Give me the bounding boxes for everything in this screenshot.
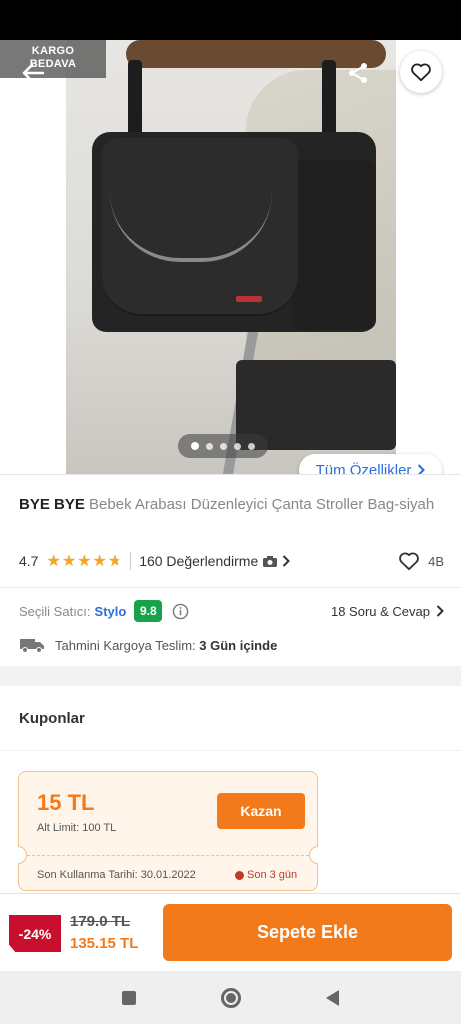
star-fill: ★ xyxy=(61,553,77,570)
coupon-list: 15 TL Alt Limit: 100 TL Kazan Son Kullan… xyxy=(0,750,461,900)
seller-label: Seçili Satıcı: xyxy=(19,603,91,619)
rating-stars: ★ ★ ★ ★ ★ ★ ★ ★ ★ ★ xyxy=(46,551,122,571)
favorite-count: 4B xyxy=(428,553,444,569)
delivery-value: 3 Gün içinde xyxy=(199,637,278,653)
product-page: KARGO BEDAVA Tüm Özellikler BYE BYE Bebe… xyxy=(0,0,461,1024)
rating-value: 4.7 xyxy=(19,553,39,569)
gallery-dot[interactable] xyxy=(191,442,199,450)
gallery-dot[interactable] xyxy=(220,442,227,450)
coupon-expiry: Son Kullanma Tarihi: 30.01.2022 xyxy=(37,869,196,881)
chevron-right-icon xyxy=(436,605,444,617)
discount-badge: -24% xyxy=(9,915,61,952)
truck-icon xyxy=(20,639,44,653)
coupon-perforation xyxy=(27,855,309,856)
product-image-gallery[interactable] xyxy=(0,40,461,474)
share-button[interactable] xyxy=(341,56,375,90)
review-count: 160 Değerlendirme xyxy=(139,553,259,569)
rating-row: 4.7 ★ ★ ★ ★ ★ ★ ★ ★ ★ ★ 160 Değerlendirme 4B xyxy=(19,549,444,573)
heart-outline-icon xyxy=(399,552,419,571)
section-divider xyxy=(0,587,461,588)
gallery-dot[interactable] xyxy=(234,442,241,450)
product-photo[interactable] xyxy=(66,40,396,474)
coupons-title: Kuponlar xyxy=(19,710,85,727)
star-fill: ★ xyxy=(77,553,92,570)
heart-outline-icon xyxy=(411,63,431,82)
coupon-notch xyxy=(309,846,318,864)
reviews-link[interactable]: 160 Değerlendirme xyxy=(139,553,291,569)
delivery-label: Tahmini Kargoya Teslim: xyxy=(55,637,196,653)
product-name: Bebek Arabası Düzenleyici Çanta Stroller… xyxy=(89,496,435,513)
info-icon[interactable] xyxy=(172,603,189,620)
seller-name-link[interactable]: Stylo xyxy=(95,604,127,619)
coupon-amount: 15 TL xyxy=(37,790,95,815)
back-button[interactable] xyxy=(16,56,50,90)
gallery-dot[interactable] xyxy=(206,442,213,450)
purchase-bar: -24% 179.0 TL 135.15 TL Sepete Ekle xyxy=(0,893,461,971)
share-icon xyxy=(349,63,367,83)
star-icon: ★ ★ xyxy=(92,553,107,570)
questions-answers-link[interactable]: 18 Soru & Cevap xyxy=(331,604,444,619)
coupon-remaining: Son 3 gün xyxy=(235,869,297,881)
back-icon[interactable] xyxy=(325,989,339,1006)
star-icon: ★ ★ xyxy=(61,553,77,570)
coupon-remaining-text: Son 3 gün xyxy=(247,869,298,881)
add-to-cart-button[interactable]: Sepete Ekle xyxy=(163,904,452,961)
bag-logo-graphic xyxy=(236,296,262,302)
bag-pocket-graphic xyxy=(292,160,376,330)
system-navigation-bar xyxy=(0,971,461,1024)
star-fill: ★ xyxy=(46,553,61,570)
claim-coupon-button[interactable]: Kazan xyxy=(217,793,305,829)
star-fill: ★ xyxy=(92,553,107,570)
coupon-notch xyxy=(18,846,27,864)
gallery-dot[interactable] xyxy=(248,442,255,450)
seller-score-badge: 9.8 xyxy=(134,600,163,622)
coupon-limit: Alt Limit: 100 TL xyxy=(37,822,117,834)
divider xyxy=(130,552,132,570)
coupons-section: Kuponlar xyxy=(0,686,461,750)
product-info-card: BYE BYE Bebek Arabası Düzenleyici Çanta … xyxy=(0,474,461,666)
favorite-button[interactable] xyxy=(400,51,442,93)
favorite-count-button[interactable]: 4B xyxy=(398,551,444,571)
delivery-row: Tahmini Kargoya Teslim: 3 Gün içinde xyxy=(19,633,277,657)
home-icon[interactable] xyxy=(220,987,241,1008)
gallery-pagination[interactable] xyxy=(178,434,268,458)
current-price: 135.15 TL xyxy=(70,935,139,952)
coupon-card: 15 TL Alt Limit: 100 TL Kazan Son Kullan… xyxy=(18,771,318,891)
star-fill: ★ xyxy=(107,553,118,570)
arrow-left-icon xyxy=(22,63,44,83)
status-bar xyxy=(0,0,461,40)
product-brand[interactable]: BYE BYE xyxy=(19,496,85,513)
recents-icon[interactable] xyxy=(122,990,137,1005)
star-icon: ★ ★ xyxy=(77,553,92,570)
star-icon: ★ ★ xyxy=(46,553,61,570)
clock-icon xyxy=(235,870,244,880)
star-icon: ★ ★ xyxy=(107,553,123,570)
product-title: BYE BYE Bebek Arabası Düzenleyici Çanta … xyxy=(19,495,439,515)
camera-icon xyxy=(263,555,278,567)
old-price: 179.0 TL xyxy=(70,913,131,930)
chevron-right-icon xyxy=(283,555,291,567)
seller-row: Seçili Satıcı: Stylo 9.8 18 Soru & Cevap xyxy=(19,599,444,623)
qa-label: 18 Soru & Cevap xyxy=(330,603,430,619)
